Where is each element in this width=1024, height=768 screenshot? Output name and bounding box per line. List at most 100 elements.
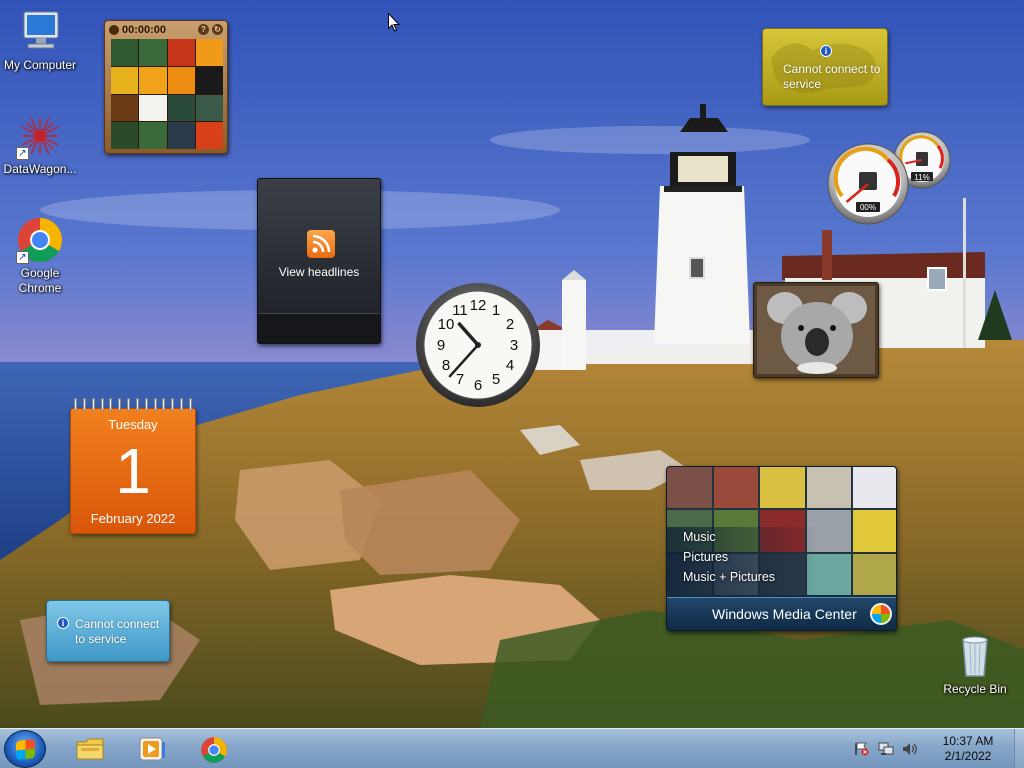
info-icon: i	[57, 617, 69, 629]
weather-gadget[interactable]: i Cannot connect to service	[762, 28, 888, 106]
taskbar: 10:37 AM 2/1/2022	[0, 728, 1024, 768]
media-tile[interactable]	[667, 467, 712, 509]
desktop-icon-label: Recycle Bin	[943, 682, 1007, 696]
volume-icon[interactable]	[902, 742, 918, 756]
media-center-gadget[interactable]: Music Pictures Music + Pictures Windows …	[666, 466, 897, 631]
puzzle-tile[interactable]	[111, 122, 139, 149]
calendar-rings	[74, 398, 192, 412]
taskbar-clock[interactable]: 10:37 AM 2/1/2022	[936, 734, 1000, 764]
media-player-icon	[138, 736, 166, 762]
calendar-month-year: February 2022	[90, 511, 176, 526]
puzzle-tile[interactable]	[167, 39, 195, 66]
taskbar-date: 2/1/2022	[944, 749, 992, 763]
puzzle-tile[interactable]	[111, 39, 139, 66]
puzzle-timer: 00:00:00	[122, 23, 167, 36]
currency-error-message: Cannot connect to service	[75, 617, 160, 646]
puzzle-tile[interactable]	[139, 66, 167, 94]
svg-text:7: 7	[456, 371, 464, 388]
picture-puzzle-gadget[interactable]: 00:00:00 ? ↻	[104, 20, 228, 154]
puzzle-grid	[111, 39, 223, 149]
puzzle-tile[interactable]	[139, 39, 167, 66]
calendar-weekday: Tuesday	[108, 417, 158, 432]
media-tile[interactable]	[853, 510, 896, 552]
taskbar-chrome[interactable]	[184, 730, 240, 768]
chrome-icon: ↗	[16, 216, 64, 264]
desktop-icon-datawagon[interactable]: ↗ DataWagon...	[0, 112, 80, 177]
weather-error-message: Cannot connect to service	[783, 62, 881, 91]
svg-text:11: 11	[452, 302, 468, 319]
action-center-flag-icon[interactable]	[854, 742, 870, 756]
svg-text:9: 9	[437, 337, 445, 354]
media-center-title: Windows Media Center	[712, 606, 857, 622]
svg-text:12: 12	[470, 297, 487, 314]
computer-icon	[16, 8, 64, 56]
svg-text:6: 6	[474, 377, 482, 394]
media-menu-pictures[interactable]: Pictures	[683, 550, 728, 564]
svg-text:4: 4	[506, 357, 514, 374]
calendar-gadget[interactable]: Tuesday 1 February 2022	[70, 398, 196, 534]
windows-logo-icon	[870, 603, 892, 625]
puzzle-help-button[interactable]: ?	[198, 24, 209, 35]
puzzle-tile[interactable]	[167, 122, 195, 149]
calendar-page: Tuesday 1 February 2022	[70, 408, 196, 534]
desktop-icon-google-chrome[interactable]: ↗ Google Chrome	[0, 216, 80, 296]
puzzle-tile[interactable]	[195, 66, 223, 94]
puzzle-tile[interactable]	[167, 66, 195, 94]
windows-logo-icon	[16, 739, 35, 760]
rss-icon	[307, 230, 335, 258]
mouse-cursor-icon	[388, 12, 401, 32]
puzzle-tile[interactable]	[195, 94, 223, 122]
puzzle-tile[interactable]	[195, 122, 223, 149]
svg-text:8: 8	[442, 357, 450, 374]
start-button[interactable]	[4, 730, 46, 768]
desktop-icon-label: My Computer	[3, 58, 77, 72]
network-icon[interactable]	[878, 742, 894, 756]
desktop-icon-my-computer[interactable]: My Computer	[0, 8, 80, 73]
koala-photo	[757, 286, 875, 374]
media-tile[interactable]	[853, 467, 896, 509]
shortcut-arrow-icon: ↗	[16, 251, 29, 264]
cpu-meter-gadget[interactable]: 11% 00%	[826, 130, 952, 226]
media-tile[interactable]	[760, 467, 805, 509]
svg-text:2: 2	[506, 316, 514, 333]
file-explorer-icon	[76, 736, 104, 762]
recycle-bin-icon	[951, 632, 999, 680]
puzzle-tile[interactable]	[167, 94, 195, 122]
view-headlines-link[interactable]: View headlines	[258, 265, 380, 279]
media-center-bar[interactable]: Windows Media Center	[667, 597, 896, 630]
puzzle-tile[interactable]	[195, 39, 223, 66]
calendar-day: 1	[115, 435, 151, 507]
taskbar-file-explorer[interactable]	[60, 730, 116, 768]
media-menu-music-pictures[interactable]: Music + Pictures	[683, 570, 775, 584]
datawagon-icon: ↗	[16, 112, 64, 160]
taskbar-time: 10:37 AM	[942, 734, 994, 748]
info-icon: i	[820, 45, 832, 57]
media-menu-music[interactable]: Music	[683, 530, 716, 544]
puzzle-scramble-icon[interactable]: ↻	[212, 24, 223, 35]
taskbar-media-player[interactable]	[122, 730, 178, 768]
desktop-icon-recycle-bin[interactable]: Recycle Bin	[935, 632, 1015, 697]
media-tile[interactable]	[853, 553, 896, 595]
desktop-icon-label: Google Chrome	[18, 266, 62, 295]
svg-text:5: 5	[492, 371, 500, 388]
memory-readout: 11%	[914, 173, 929, 182]
slide-show-gadget[interactable]	[753, 282, 879, 378]
currency-gadget[interactable]: i Cannot connect to service	[46, 600, 170, 662]
puzzle-toolbar: 00:00:00 ? ↻	[105, 21, 227, 38]
cpu-readout: 00%	[860, 203, 876, 212]
puzzle-tile[interactable]	[111, 66, 139, 94]
show-desktop-button[interactable]	[1014, 729, 1024, 768]
puzzle-tile[interactable]	[139, 94, 167, 122]
svg-text:3: 3	[510, 337, 518, 354]
puzzle-tile[interactable]	[111, 94, 139, 122]
svg-text:1: 1	[492, 302, 500, 319]
clock-gadget[interactable]: 12 1 2 3 4 5 6 7 8 9 10 11	[414, 281, 542, 409]
media-tile[interactable]	[713, 467, 759, 509]
feed-headlines-gadget[interactable]: View headlines	[257, 178, 381, 344]
desktop-icon-label: DataWagon...	[3, 162, 77, 176]
media-tile[interactable]	[806, 467, 852, 509]
timer-icon	[109, 24, 119, 35]
chrome-icon	[200, 736, 228, 763]
puzzle-tile[interactable]	[139, 122, 167, 149]
system-tray: 10:37 AM 2/1/2022	[854, 729, 1014, 768]
